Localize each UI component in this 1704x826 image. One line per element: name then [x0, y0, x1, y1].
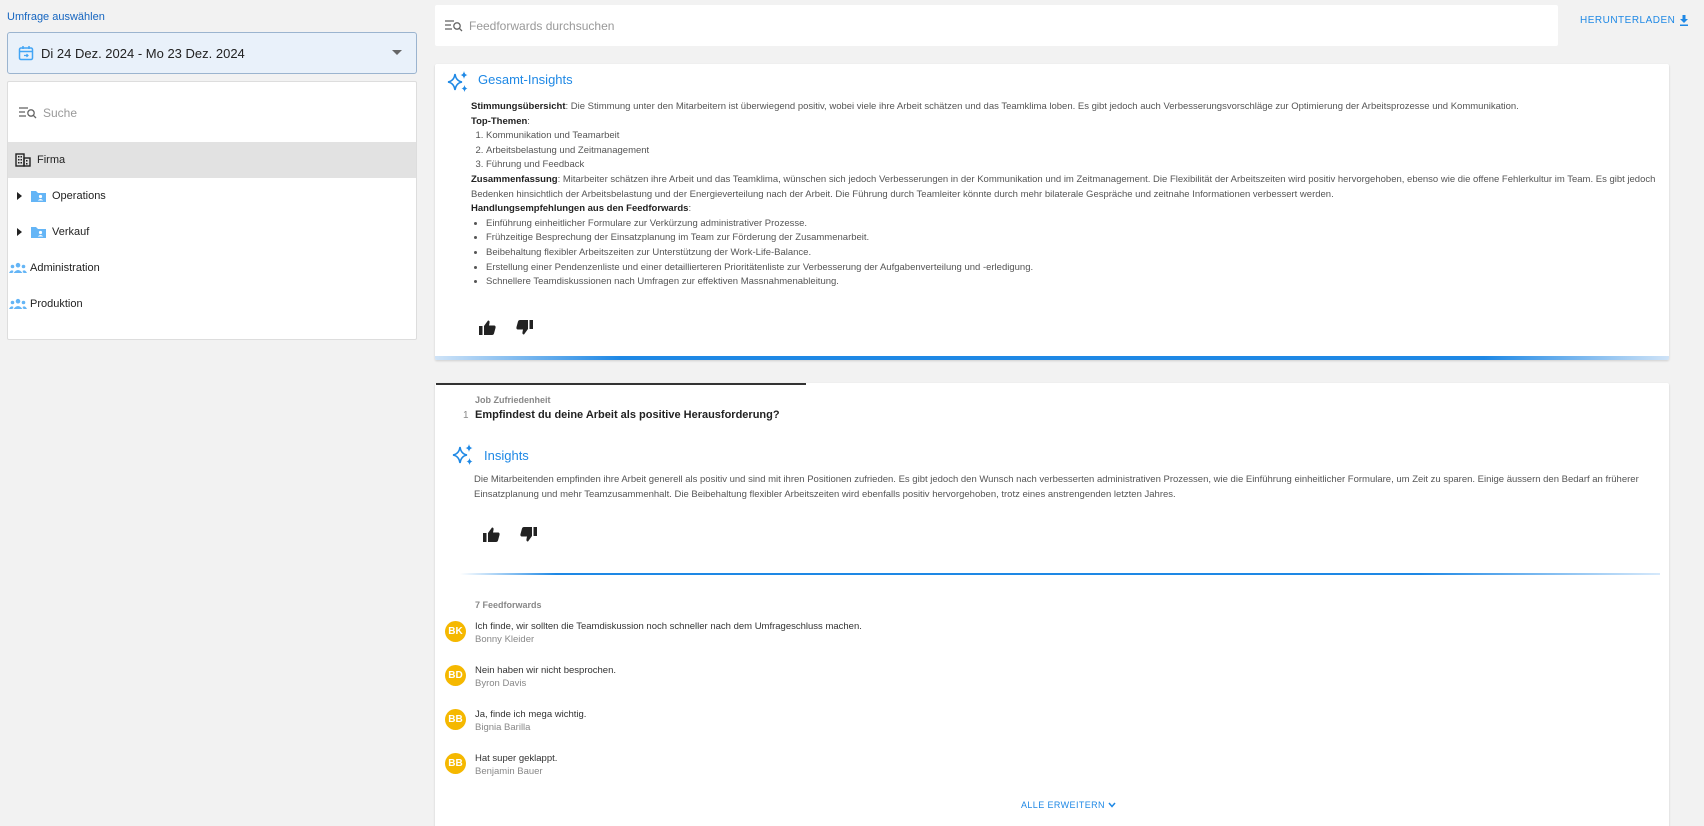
- avatar: BK: [445, 621, 466, 642]
- feedforward-text: Ja, finde ich mega wichtig.: [475, 709, 587, 720]
- tree-item-label: Verkauf: [52, 226, 90, 238]
- question-feedback-buttons: [483, 527, 537, 542]
- chevron-down-icon: [1108, 802, 1116, 808]
- feedforward-item: BB Ja, finde ich mega wichtig. Bignia Ba…: [445, 709, 1345, 745]
- summary-text: : Mitarbeiter schätzen ihre Arbeit und d…: [471, 173, 1656, 200]
- feedforward-count: 7 Feedforwards: [475, 600, 542, 610]
- question-insights-title: Insights: [484, 448, 529, 463]
- question-number: 1: [463, 410, 469, 421]
- sparkle-icon: [452, 444, 473, 465]
- tree-search-input[interactable]: Suche: [19, 106, 77, 120]
- thumbs-down-icon[interactable]: [520, 527, 537, 542]
- overall-insights-card: Gesamt-Insights Stimmungsübersicht: Die …: [435, 64, 1669, 360]
- topics-list: Kommunikation und Teamarbeit Arbeitsbela…: [486, 129, 1661, 173]
- calendar-icon: [18, 46, 34, 61]
- feedforward-author: Byron Davis: [475, 678, 527, 689]
- expand-arrow-icon[interactable]: [17, 228, 22, 236]
- building-icon: [15, 153, 31, 167]
- filter-search-icon: [445, 19, 463, 31]
- tree-item-produktion[interactable]: Produktion: [8, 286, 416, 322]
- topics-label: Top-Themen: [471, 115, 528, 127]
- feedforward-author: Bignia Barilla: [475, 722, 531, 733]
- expand-arrow-icon[interactable]: [17, 192, 22, 200]
- overall-insights-title: Gesamt-Insights: [478, 72, 573, 87]
- feedforward-author: Benjamin Bauer: [475, 766, 543, 777]
- tree-item-firma[interactable]: Firma: [8, 142, 416, 178]
- expand-all-button[interactable]: ALLE ERWEITERN: [1021, 800, 1116, 810]
- feedforward-item: BK Ich finde, wir sollten die Teamdiskus…: [445, 621, 1345, 657]
- feedforward-item: BD Nein haben wir nicht besprochen. Byro…: [445, 665, 1345, 701]
- download-label: HERUNTERLADEN: [1580, 15, 1676, 26]
- topic-item: Führung und Feedback: [486, 158, 1661, 173]
- feedforward-search-input[interactable]: Feedforwards durchsuchen: [435, 5, 1558, 46]
- tree-item-label: Firma: [37, 154, 66, 166]
- search-placeholder: Feedforwards durchsuchen: [469, 18, 615, 33]
- avatar: BB: [445, 753, 466, 774]
- question-card: Job Zufriedenheit 1 Empfindest du deine …: [435, 383, 1669, 826]
- group-icon: [9, 298, 27, 309]
- mood-paragraph: Stimmungsübersicht: Die Stimmung unter d…: [471, 100, 1661, 115]
- download-button[interactable]: HERUNTERLADEN: [1580, 15, 1689, 26]
- recommendations-list: Einführung einheitlicher Formulare zur V…: [486, 217, 1661, 290]
- topic-item: Kommunikation und Teamarbeit: [486, 129, 1661, 144]
- tree-search-placeholder: Suche: [43, 106, 78, 120]
- recommendations-heading: Handlungsempfehlungen aus den Feedforwar…: [471, 202, 1661, 217]
- mood-label: Stimmungsübersicht: [471, 101, 566, 112]
- question-insights-text: Die Mitarbeitenden empfinden ihre Arbeit…: [474, 474, 1639, 500]
- tree-item-operations[interactable]: Operations: [8, 178, 416, 214]
- recommendations-label: Handlungsempfehlungen aus den Feedforwar…: [471, 203, 689, 215]
- thumbs-down-icon[interactable]: [516, 320, 533, 335]
- overall-feedback-buttons: [479, 320, 533, 335]
- tree-item-label: Produktion: [30, 298, 83, 310]
- recommendations-colon: :: [688, 203, 692, 215]
- expand-all-label: ALLE ERWEITERN: [1021, 800, 1105, 810]
- feedforward-text: Ich finde, wir sollten die Teamdiskussio…: [475, 621, 862, 632]
- feedforward-author: Bonny Kleider: [475, 634, 535, 645]
- group-icon: [9, 262, 27, 273]
- overall-insights-content: Stimmungsübersicht: Die Stimmung unter d…: [471, 100, 1661, 290]
- question-text: Empfindest du deine Arbeit als positive …: [475, 409, 780, 421]
- feedforward-text: Hat super geklappt.: [475, 753, 558, 764]
- chevron-down-icon: [392, 50, 402, 55]
- summary-paragraph: Zusammenfassung: Mitarbeiter schätzen ih…: [471, 173, 1661, 202]
- topics-colon: :: [527, 115, 530, 127]
- topics-heading: Top-Themen:: [471, 115, 1661, 130]
- question-category: Job Zufriedenheit: [475, 395, 551, 405]
- tree-item-verkauf[interactable]: Verkauf: [8, 214, 416, 250]
- tree-item-label: Administration: [30, 262, 100, 274]
- sparkle-icon: [447, 71, 468, 92]
- survey-date-select[interactable]: Di 24 Dez. 2024 - Mo 23 Dez. 2024: [7, 32, 417, 74]
- recommendation-item: Erstellung einer Pendenzenliste und eine…: [486, 261, 1661, 276]
- feedforward-item: BB Hat super geklappt. Benjamin Bauer: [445, 753, 1345, 789]
- thumbs-up-icon[interactable]: [479, 320, 496, 335]
- mood-text: : Die Stimmung unter den Mitarbeitern is…: [565, 101, 1519, 112]
- summary-label: Zusammenfassung: [471, 173, 558, 185]
- recommendation-item: Frühzeitige Besprechung der Einsatzplanu…: [486, 231, 1661, 246]
- org-tree-panel: Suche Firma Operations Verkauf Administr…: [7, 81, 417, 340]
- recommendation-item: Beibehaltung flexibler Arbeitszeiten zur…: [486, 246, 1661, 261]
- tree-item-administration[interactable]: Administration: [8, 250, 416, 286]
- question-tab-indicator: [436, 383, 806, 385]
- feedforward-text: Nein haben wir nicht besprochen.: [475, 665, 617, 676]
- insights-divider: [460, 573, 1660, 575]
- avatar: BB: [445, 709, 466, 730]
- download-icon: [1680, 15, 1689, 26]
- recommendation-item: Einführung einheitlicher Formulare zur V…: [486, 217, 1661, 232]
- tree-item-label: Operations: [52, 190, 106, 202]
- date-range-value: Di 24 Dez. 2024 - Mo 23 Dez. 2024: [41, 45, 245, 61]
- thumbs-up-icon[interactable]: [483, 527, 500, 542]
- folder-user-icon: [31, 227, 46, 238]
- survey-select-label: Umfrage auswählen: [7, 11, 105, 23]
- avatar: BD: [445, 665, 466, 686]
- filter-search-icon: [19, 107, 37, 119]
- card-divider: [435, 356, 1669, 360]
- topic-item: Arbeitsbelastung und Zeitmanagement: [486, 144, 1661, 159]
- recommendation-item: Schnellere Teamdiskussionen nach Umfrage…: [486, 275, 1661, 290]
- folder-user-icon: [31, 191, 46, 202]
